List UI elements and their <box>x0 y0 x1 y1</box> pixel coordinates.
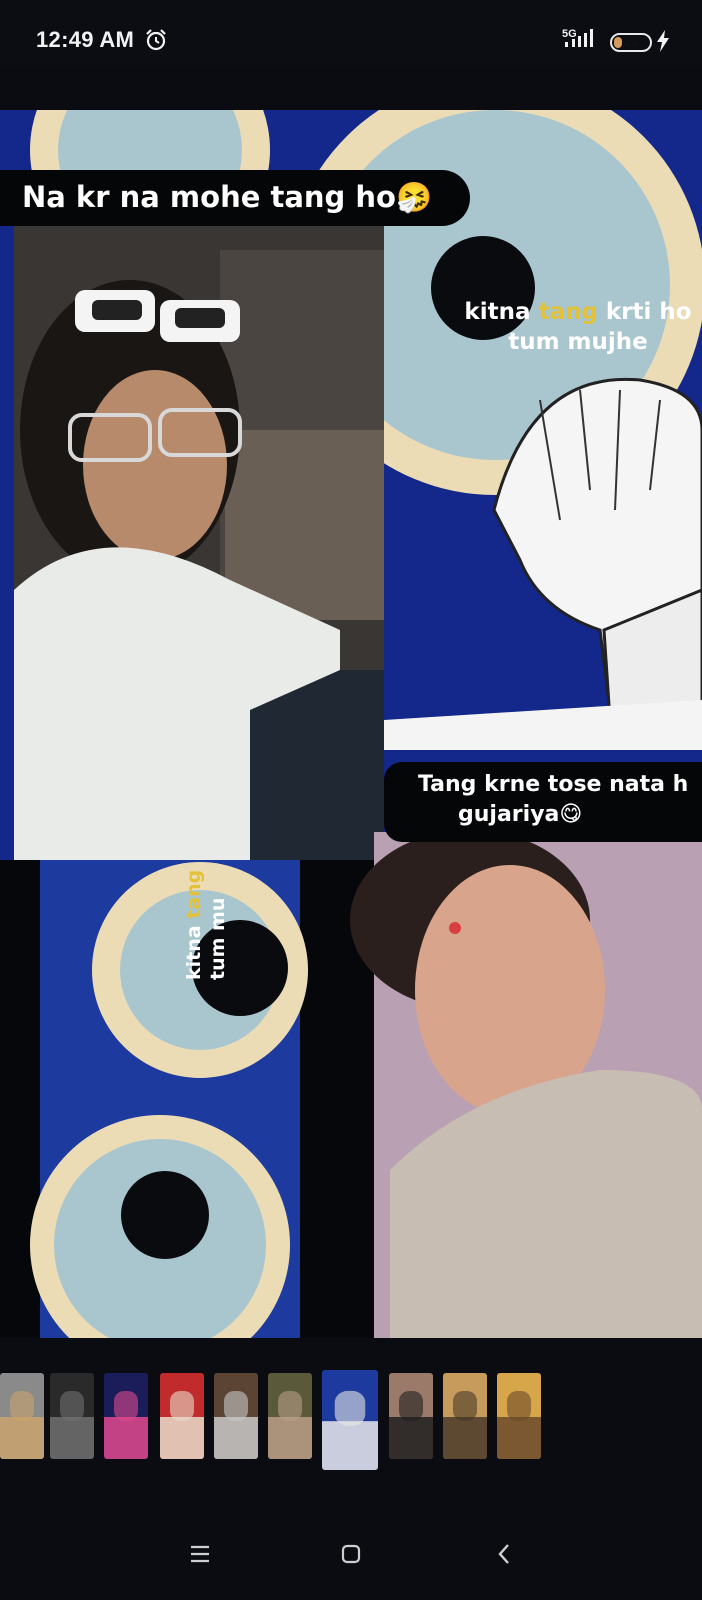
thumbnail[interactable] <box>160 1373 204 1459</box>
thumbnail[interactable] <box>50 1373 94 1459</box>
status-time: 12:49 AM <box>36 27 135 52</box>
thumbnail-strip[interactable] <box>0 1370 702 1470</box>
thumbnail[interactable] <box>214 1373 258 1459</box>
charging-bolt-icon <box>657 30 669 52</box>
status-bar: 12:49 AM 5G 23 <box>0 0 702 68</box>
navigation-bar <box>0 1500 702 1600</box>
signal-icon: 5G <box>562 28 593 47</box>
image-viewer[interactable]: Na kr na mohe tang ho🤧 kitna tang krti h… <box>0 110 702 1358</box>
thumbnail[interactable] <box>389 1373 433 1459</box>
battery-icon: 23 <box>610 33 652 52</box>
caption-middle-line1: Tang krne tose nata h <box>418 772 689 797</box>
battery-level: 23 <box>623 34 639 49</box>
caption-middle: Tang krne tose nata h gujariya😋 <box>384 762 702 842</box>
overlay-after: krti ho <box>597 299 692 325</box>
overlay-text-rotated: kitna tang tum mu <box>182 720 230 980</box>
photo-girl <box>350 830 702 1340</box>
menu-icon[interactable] <box>180 1534 220 1574</box>
thumbnail[interactable] <box>443 1373 487 1459</box>
overlay-rot-before: kitna <box>183 918 205 980</box>
caption-top: Na kr na mohe tang ho🤧 <box>0 170 470 226</box>
alarm-icon <box>146 29 166 51</box>
caption-middle-line2: gujariya😋 <box>458 802 583 827</box>
back-chevron-icon[interactable] <box>485 1534 525 1574</box>
thumbnail[interactable] <box>104 1373 148 1459</box>
thumbnail-active[interactable] <box>322 1370 378 1470</box>
thumbnail[interactable] <box>497 1373 541 1459</box>
thumbnail[interactable] <box>268 1373 312 1459</box>
home-square-icon[interactable] <box>331 1534 371 1574</box>
overlay-line2: tum mujhe <box>508 329 648 355</box>
overlay-rot-highlight: tang <box>183 869 205 919</box>
overlay-before: kitna <box>464 299 539 325</box>
network-label: 5G <box>562 28 577 40</box>
thumbnail[interactable] <box>0 1373 44 1459</box>
overlay-rot-line2: tum mu <box>207 897 229 980</box>
overlay-text-top: kitna tang krti ho tum mujhe <box>448 297 702 357</box>
overlay-highlight: tang <box>538 299 598 325</box>
